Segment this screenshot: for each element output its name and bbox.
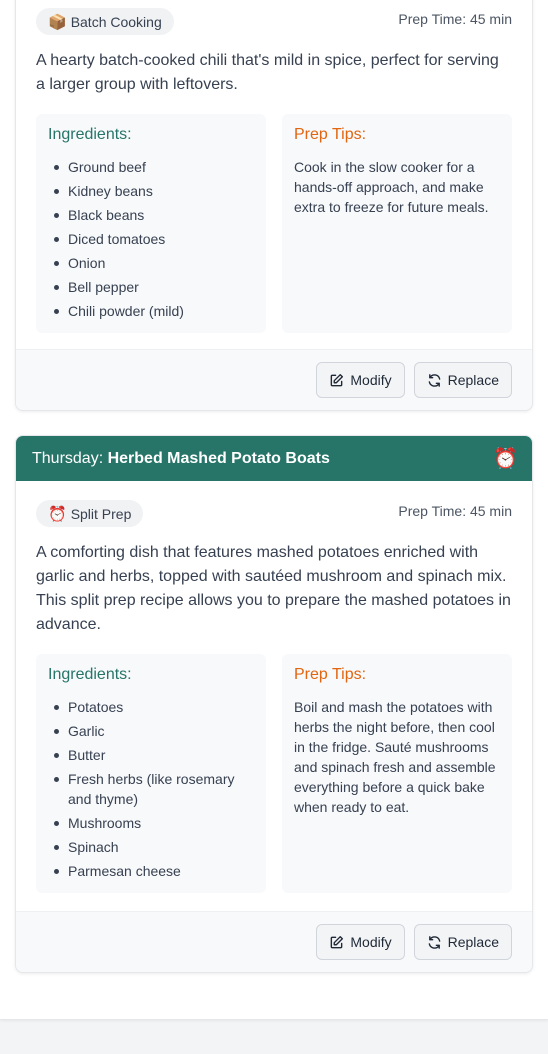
modify-button[interactable]: Modify (316, 362, 405, 398)
list-item: Black beans (48, 205, 254, 225)
edit-icon (331, 373, 344, 386)
replace-label: Replace (447, 372, 499, 388)
replace-label: Replace (447, 934, 499, 950)
ingredients-list: Potatoes Garlic Butter Fresh herbs (like… (48, 697, 254, 881)
list-item: Diced tomatoes (48, 229, 254, 249)
recipe-description: A comforting dish that features mashed p… (36, 544, 511, 633)
modify-button[interactable]: Modify (316, 924, 405, 960)
list-item: Mushrooms (48, 813, 254, 833)
list-item: Potatoes (48, 697, 254, 717)
meal-title: Herbed Mashed Potato Boats (107, 449, 330, 467)
replace-button[interactable]: Replace (413, 924, 512, 960)
package-icon: 📦 (48, 13, 67, 31)
list-item: Onion (48, 253, 254, 273)
alarm-clock-icon: ⏰ (48, 505, 67, 523)
ingredients-panel: Ingredients: Potatoes Garlic Butter Fres… (36, 654, 266, 893)
card-header: Thursday: Herbed Mashed Potato Boats ⏰ (16, 436, 532, 481)
prep-time: Prep Time: 45 min (398, 11, 512, 27)
list-item: Chili powder (mild) (48, 301, 254, 321)
ingredients-list: Ground beef Kidney beans Black beans Dic… (48, 157, 254, 321)
list-item: Parmesan cheese (48, 861, 254, 881)
badge-label: Split Prep (70, 505, 132, 522)
list-item: Spinach (48, 837, 254, 857)
prep-tips-panel: Prep Tips: Boil and mash the potatoes wi… (282, 654, 512, 893)
list-item: Garlic (48, 721, 254, 741)
prep-tips-text: Cook in the slow cooker for a hands-off … (294, 159, 489, 215)
list-item: Butter (48, 745, 254, 765)
details-columns: Ingredients: Ground beef Kidney beans Bl… (36, 114, 512, 333)
prep-tips-title: Prep Tips: (294, 666, 367, 683)
list-item: Fresh herbs (like rosemary and thyme) (48, 769, 254, 809)
ingredients-title: Ingredients: (48, 126, 132, 143)
prep-style-badge: ⏰ Split Prep (36, 500, 144, 527)
card-footer: Modify Replace (16, 349, 532, 410)
ingredients-title: Ingredients: (48, 666, 132, 683)
card-body: ⏰ Split Prep Prep Time: 45 min A comfort… (16, 481, 532, 893)
meal-card-thursday: Thursday: Herbed Mashed Potato Boats ⏰ ⏰… (15, 435, 533, 973)
modify-label: Modify (350, 372, 392, 388)
edit-icon (331, 935, 344, 948)
card-footer: Modify Replace (16, 911, 532, 972)
refresh-icon (428, 935, 440, 949)
prep-tips-title: Prep Tips: (294, 126, 367, 143)
meal-heading: Thursday: Herbed Mashed Potato Boats (32, 450, 330, 468)
prep-time: Prep Time: 45 min (398, 503, 512, 519)
badge-label: Batch Cooking (70, 13, 162, 30)
list-item: Bell pepper (48, 277, 254, 297)
recipe-description: A hearty batch-cooked chili that's mild … (36, 52, 499, 93)
prep-tips-text: Boil and mash the potatoes with herbs th… (294, 699, 496, 815)
replace-button[interactable]: Replace (413, 362, 512, 398)
alarm-clock-icon: ⏰ (493, 447, 518, 470)
refresh-icon (428, 373, 440, 387)
day-label: Thursday: (32, 449, 104, 467)
list-item: Ground beef (48, 157, 254, 177)
ingredients-panel: Ingredients: Ground beef Kidney beans Bl… (36, 114, 266, 333)
prep-tips-panel: Prep Tips: Cook in the slow cooker for a… (282, 114, 512, 333)
meta-row: ⏰ Split Prep Prep Time: 45 min (36, 500, 512, 527)
meal-card-batch-chili: 📦 Batch Cooking Prep Time: 45 min A hear… (15, 0, 533, 411)
modify-label: Modify (350, 934, 392, 950)
details-columns: Ingredients: Potatoes Garlic Butter Fres… (36, 654, 512, 893)
meta-row: 📦 Batch Cooking Prep Time: 45 min (36, 8, 512, 35)
card-body: 📦 Batch Cooking Prep Time: 45 min A hear… (16, 0, 532, 333)
prep-style-badge: 📦 Batch Cooking (36, 8, 174, 35)
list-item: Kidney beans (48, 181, 254, 201)
